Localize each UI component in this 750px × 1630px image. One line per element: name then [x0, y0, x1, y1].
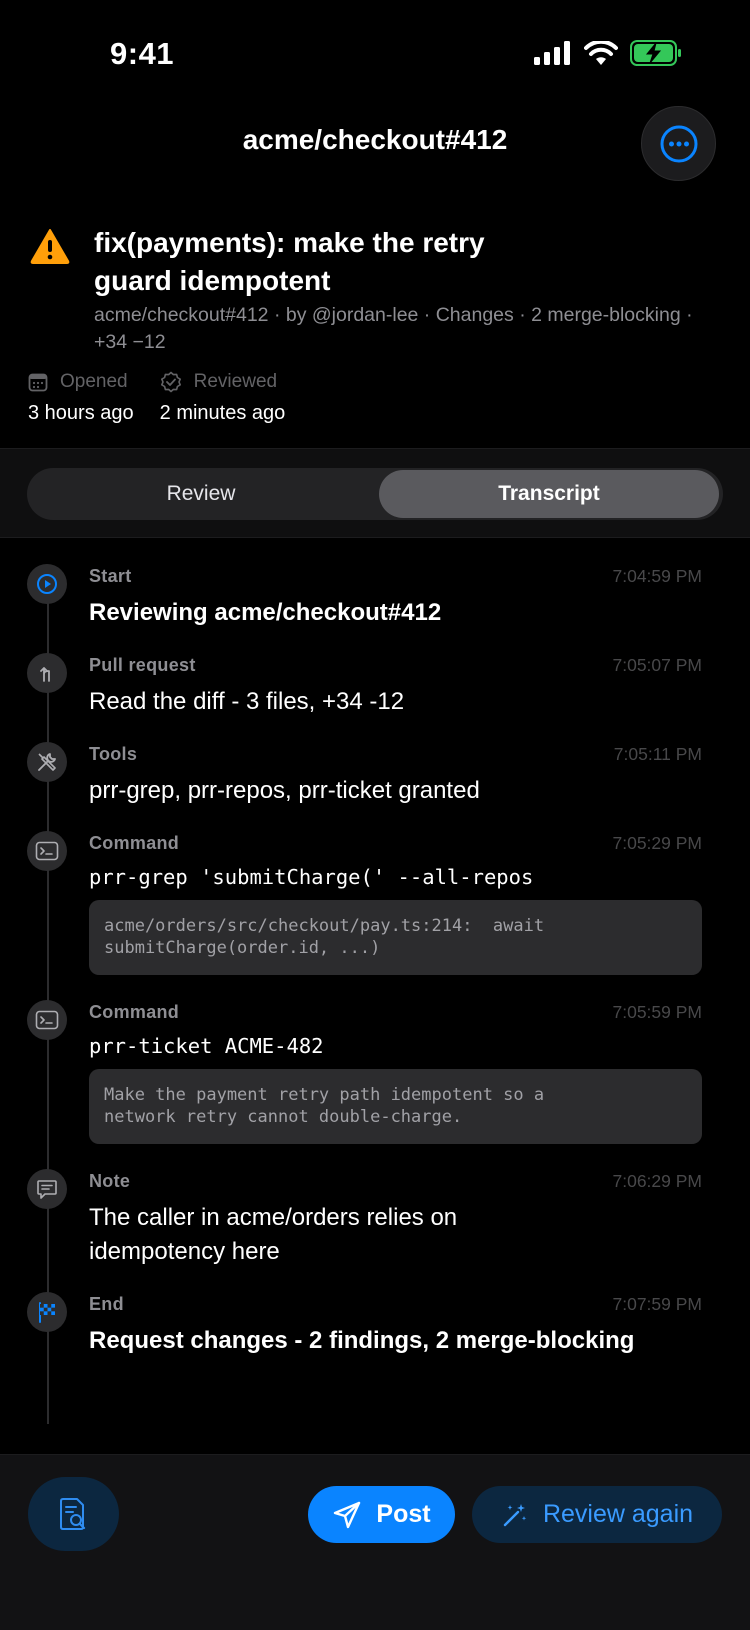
command-output: Make the payment retry path idempotent s… [89, 1069, 702, 1144]
magic-wand-icon [503, 1503, 527, 1526]
event-icon [27, 742, 67, 782]
event-type: End [89, 1294, 124, 1314]
event-type: Start [89, 566, 132, 586]
post-label: Post [376, 1500, 431, 1528]
tools-icon [38, 753, 56, 771]
reviewed-date: Reviewed 2 minutes ago [160, 368, 286, 425]
event-type: Tools [89, 744, 138, 764]
opened-date: Opened 3 hours ago [28, 368, 134, 425]
event-text: The caller in acme/orders relies on idem… [89, 1204, 458, 1265]
review-again-label: Review again [542, 1500, 694, 1528]
warning-icon [30, 229, 70, 264]
event-time: 7:05:29 PM [612, 833, 703, 853]
terminal-icon [35, 841, 59, 861]
reviewed-label: Reviewed [193, 371, 278, 392]
command-text: prr-ticket ACME-482 [89, 1034, 324, 1058]
event-type: Pull request [89, 655, 196, 675]
pr-title: fix(payments): make the retry guard idem… [94, 227, 485, 296]
tab-transcript[interactable]: Transcript [379, 470, 719, 518]
event-type: Command [89, 1002, 180, 1022]
opened-value: 3 hours ago [28, 402, 134, 424]
bottom-action-bar: Post Review again [0, 1454, 750, 1630]
calendar-icon [28, 373, 48, 392]
segmented-control: Review Transcript [27, 468, 723, 520]
command-text: prr-grep 'submitCharge(' --all-repos [89, 865, 534, 889]
pr-dates: Opened 3 hours ago Reviewed 2 minutes ag… [28, 368, 285, 425]
more-options-button[interactable] [641, 106, 716, 181]
event-icon [27, 653, 67, 693]
checkered-flag-icon [39, 1302, 55, 1323]
transcript-timeline: Start 7:04:59 PM Reviewing acme/checkout… [0, 540, 750, 1424]
event-icon [27, 831, 67, 871]
event-icon [27, 564, 67, 604]
nav-title: acme/checkout#412 [242, 124, 508, 155]
event-time: 7:05:59 PM [612, 1002, 703, 1022]
command-output: acme/orders/src/checkout/pay.ts:214: awa… [89, 900, 702, 975]
event-text: Reviewing acme/checkout#412 [89, 599, 442, 626]
pull-request-icon [40, 667, 50, 682]
note-icon [37, 1180, 57, 1199]
event-text: Read the diff - 3 files, +34 -12 [89, 688, 405, 715]
segmented-control-container: Review Transcript [0, 448, 750, 538]
event-type: Note [89, 1171, 131, 1191]
event-icon [27, 1169, 67, 1209]
event-text: prr-grep, prr-repos, prr-ticket granted [89, 777, 480, 804]
opened-label: Opened [60, 371, 128, 392]
event-time: 7:05:07 PM [612, 655, 703, 675]
event-icon [27, 1292, 67, 1332]
terminal-icon [35, 1010, 59, 1030]
event-icon [27, 1000, 67, 1040]
status-bar: 9:41 [0, 0, 750, 100]
event-time: 7:05:11 PM [613, 744, 702, 764]
event-time: 7:04:59 PM [612, 566, 703, 586]
wifi-icon [584, 41, 618, 65]
play-icon [37, 574, 57, 594]
post-button[interactable]: Post [308, 1486, 455, 1543]
checkmark-seal-icon [160, 371, 181, 393]
event-text: Request changes - 2 findings, 2 merge-bl… [89, 1327, 635, 1354]
pr-meta: acme/checkout#412 · by @jordan-lee · Cha… [94, 304, 693, 353]
document-search-button[interactable] [28, 1477, 119, 1551]
reviewed-value: 2 minutes ago [159, 402, 286, 424]
paper-plane-icon [334, 1501, 361, 1528]
document-search-icon [59, 1498, 85, 1530]
cellular-signal-icon [534, 41, 570, 65]
review-again-button[interactable]: Review again [472, 1486, 722, 1543]
status-icons [534, 40, 682, 66]
ellipsis-circle-icon [660, 125, 697, 162]
event-type: Command [89, 833, 180, 853]
status-time: 9:41 [110, 36, 175, 71]
battery-charging-icon [630, 40, 681, 66]
event-time: 7:06:29 PM [612, 1171, 703, 1191]
event-time: 7:07:59 PM [612, 1294, 703, 1314]
tab-review[interactable]: Review [29, 470, 373, 518]
app-screen: 9:41 acme/checkout#412 fix(payments): ma… [0, 0, 750, 1630]
